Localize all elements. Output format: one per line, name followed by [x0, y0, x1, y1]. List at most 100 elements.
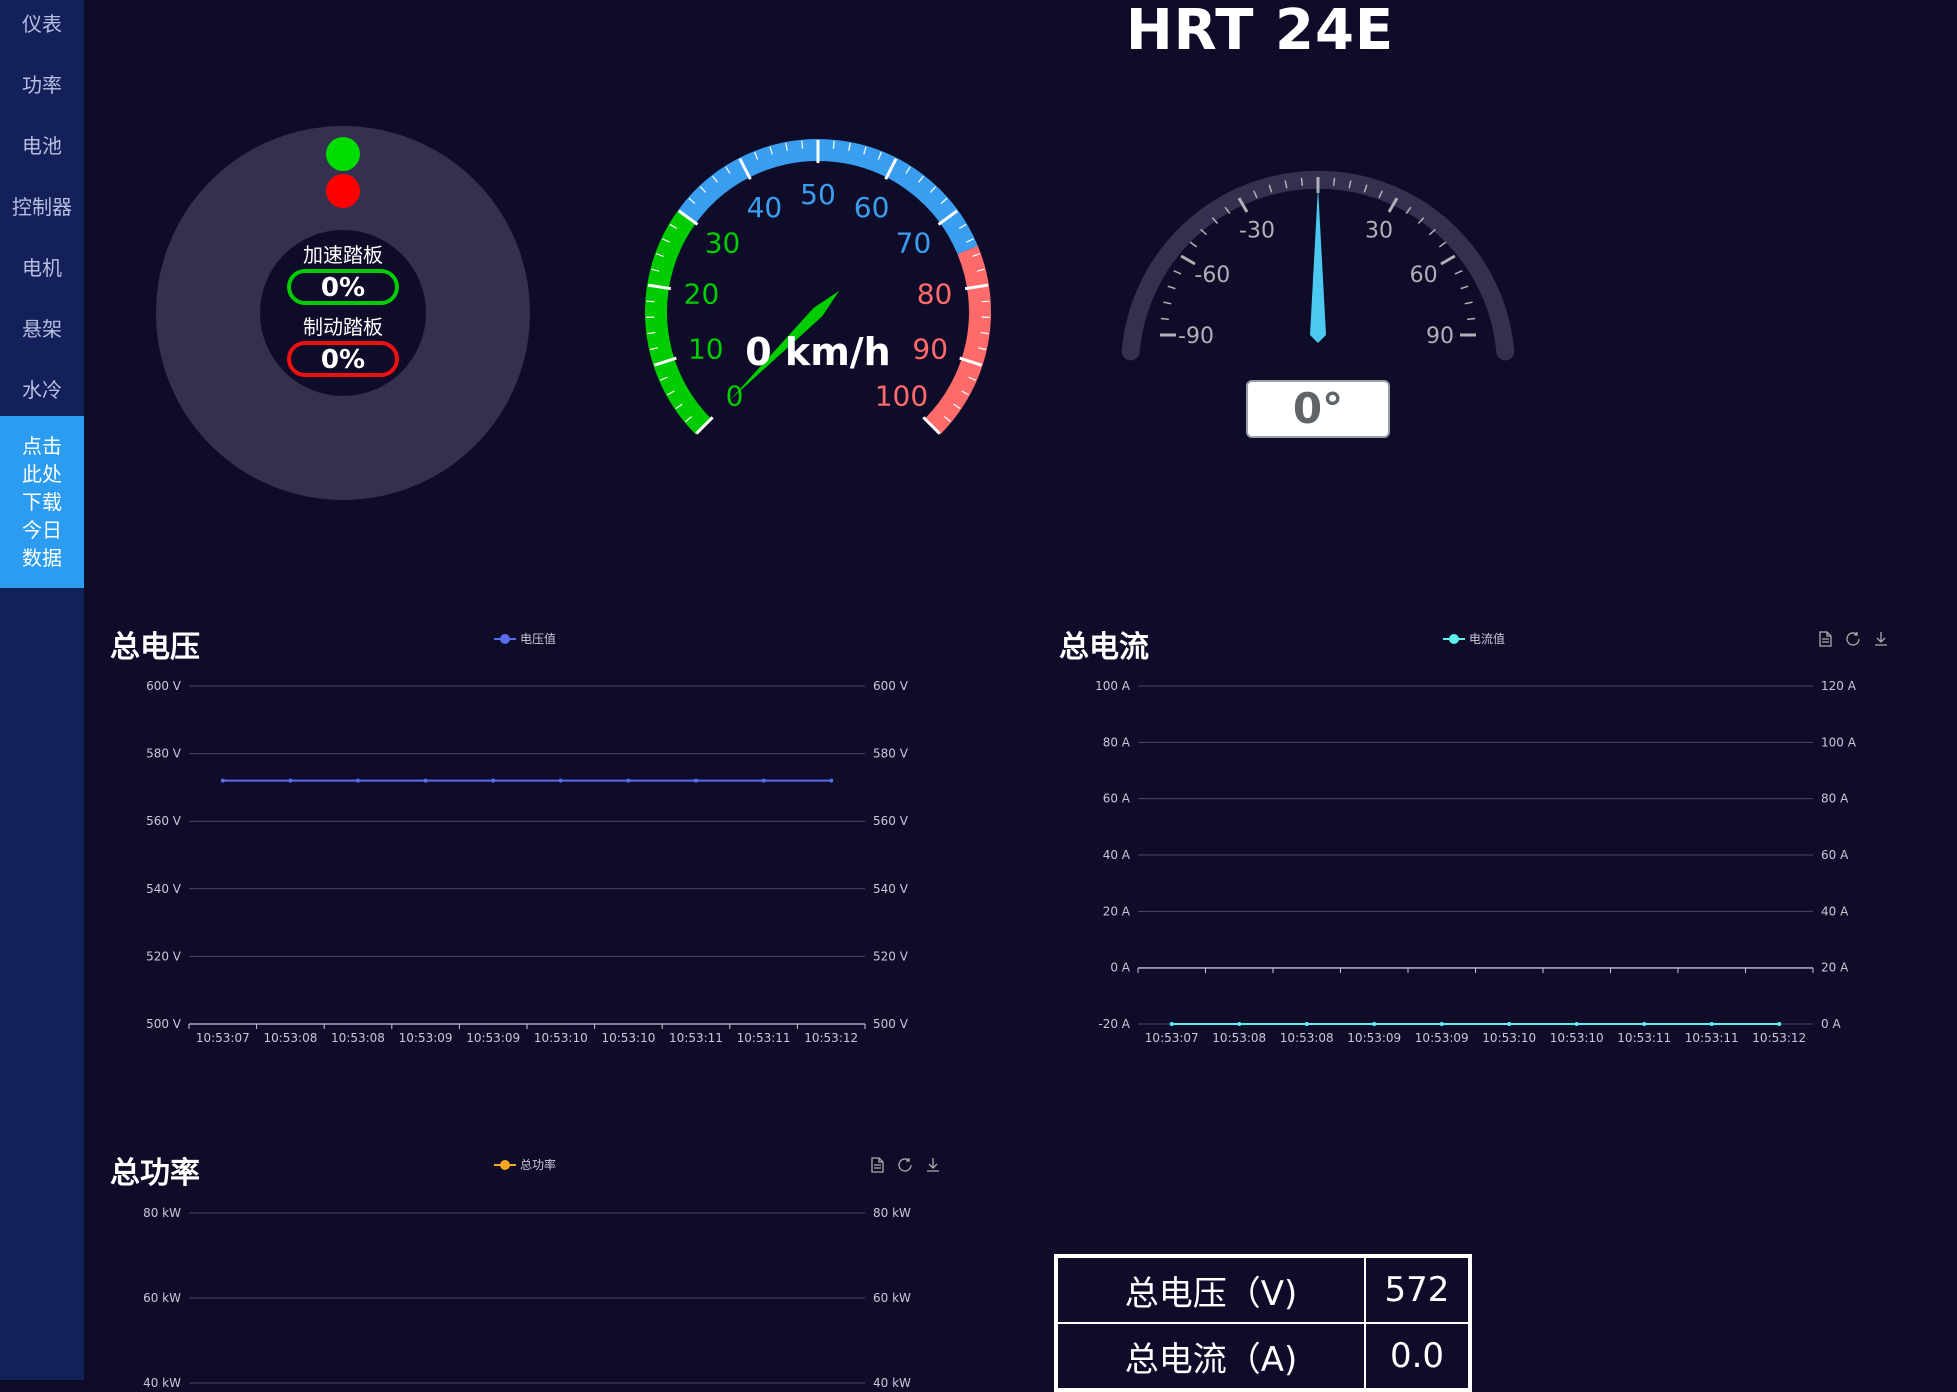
y-tick-label: 80 A — [1103, 735, 1131, 749]
download-line: 数据 — [8, 544, 76, 572]
speed-minor-tick — [646, 301, 654, 302]
table-value: 572 — [1365, 1256, 1470, 1323]
current-legend-label: 电流值 — [1469, 630, 1505, 647]
x-tick-label: 10:53:11 — [1617, 1031, 1671, 1045]
x-tick-label: 10:53:10 — [601, 1031, 655, 1045]
speed-tick-label: 80 — [917, 278, 953, 311]
data-point — [694, 779, 698, 783]
refresh-icon[interactable] — [1844, 630, 1862, 648]
pedal-ring — [208, 178, 478, 448]
speed-tick-label: 60 — [854, 191, 890, 224]
steering-angle-value: 0° — [1246, 380, 1390, 438]
data-point — [1777, 1022, 1781, 1026]
legend-swatch — [494, 1160, 516, 1170]
y-right-tick-label: 40 A — [1821, 904, 1849, 918]
download-today-data-button[interactable]: 点击 此处 下载 今日 数据 — [0, 416, 84, 588]
y-right-tick-label: 80 A — [1821, 792, 1849, 806]
sidebar-item-battery[interactable]: 电池 — [0, 130, 84, 159]
x-tick-label: 10:53:09 — [399, 1031, 453, 1045]
sidebar-item-controller[interactable]: 控制器 — [0, 191, 84, 220]
y-right-tick-label: 580 V — [873, 747, 909, 761]
data-point — [356, 779, 360, 783]
accel-pedal-value: 0% — [321, 273, 365, 303]
y-right-tick-label: 560 V — [873, 814, 909, 828]
data-point — [559, 779, 563, 783]
steer-minor-tick — [1161, 318, 1169, 319]
steering-angle-gauge: -90-60-30306090 — [1100, 120, 1540, 380]
voltage-legend[interactable]: 电压值 — [494, 630, 556, 647]
power-legend-label: 总功率 — [520, 1156, 556, 1173]
data-point — [491, 779, 495, 783]
app-title: HRT 24E — [1100, 0, 1420, 63]
y-right-tick-label: 600 V — [873, 679, 909, 693]
y-tick-label: 20 A — [1103, 904, 1131, 918]
y-right-tick-label: 540 V — [873, 882, 909, 896]
speed-tick-label: 70 — [896, 227, 932, 260]
sidebar-item-suspension[interactable]: 悬架 — [0, 313, 84, 342]
steer-minor-tick — [1301, 178, 1302, 186]
sidebar-item-gauges[interactable]: 仪表 — [0, 8, 84, 37]
data-view-icon[interactable] — [1816, 630, 1834, 648]
steer-tick-label: 60 — [1410, 263, 1438, 288]
y-tick-label: 100 A — [1095, 679, 1131, 693]
download-line: 点击 — [8, 432, 76, 460]
speed-tick-label: 30 — [705, 227, 741, 260]
steer-tick-label: 30 — [1365, 218, 1393, 243]
steer-minor-tick — [1168, 286, 1176, 288]
data-view-icon[interactable] — [868, 1156, 886, 1174]
speed-minor-tick — [802, 141, 803, 149]
sidebar-item-power[interactable]: 功率 — [0, 69, 84, 98]
y-right-tick-label: 20 A — [1821, 961, 1849, 975]
sidebar-item-motor[interactable]: 电机 — [0, 252, 84, 281]
download-icon[interactable] — [924, 1156, 942, 1174]
refresh-icon[interactable] — [896, 1156, 914, 1174]
data-point — [1305, 1022, 1309, 1026]
steer-minor-tick — [1439, 242, 1445, 247]
voltage-legend-label: 电压值 — [520, 630, 556, 647]
legend-swatch — [494, 634, 516, 644]
y-right-tick-label: 520 V — [873, 949, 909, 963]
steer-tick-label: -90 — [1178, 324, 1214, 349]
data-point — [1372, 1022, 1376, 1026]
y-tick-label: 60 A — [1103, 792, 1131, 806]
data-point — [1170, 1022, 1174, 1026]
y-tick-label: 60 kW — [143, 1291, 181, 1305]
data-point — [762, 779, 766, 783]
summary-table: 总电压（V) 572 总电流（A) 0.0 — [1054, 1254, 1472, 1392]
current-legend[interactable]: 电流值 — [1443, 630, 1505, 647]
data-point — [1440, 1022, 1444, 1026]
x-tick-label: 10:53:10 — [1482, 1031, 1536, 1045]
voltage-chart-title: 总电压 — [110, 622, 200, 666]
brake-pedal-value: 0% — [321, 345, 365, 375]
voltage-chart: 600 V580 V560 V540 V520 V500 V600 V580 V… — [100, 670, 940, 1050]
y-tick-label: 500 V — [146, 1017, 182, 1031]
data-point — [1575, 1022, 1579, 1026]
speed-readout: 0 km/h — [745, 330, 890, 374]
x-tick-label: 10:53:08 — [1212, 1031, 1266, 1045]
y-tick-label: 40 A — [1103, 848, 1131, 862]
x-tick-label: 10:53:11 — [737, 1031, 791, 1045]
steer-major-tick — [1181, 256, 1195, 264]
steer-minor-tick — [1163, 302, 1171, 304]
steer-tick-label: 90 — [1426, 324, 1454, 349]
steer-minor-tick — [1334, 178, 1335, 186]
power-legend[interactable]: 总功率 — [494, 1156, 556, 1173]
steer-minor-tick — [1461, 286, 1469, 288]
data-point — [221, 779, 225, 783]
steer-major-tick — [1441, 256, 1455, 264]
current-chart: 100 A80 A60 A40 A20 A0 A-20 A120 A100 A8… — [1049, 670, 1889, 1050]
data-point — [288, 779, 292, 783]
y-right-tick-label: 40 kW — [873, 1376, 911, 1390]
x-tick-label: 10:53:08 — [263, 1031, 317, 1045]
sidebar-item-cooling[interactable]: 水冷 — [0, 374, 84, 403]
steer-minor-tick — [1467, 318, 1475, 319]
speed-tick-label: 10 — [688, 332, 724, 365]
y-tick-label: 520 V — [146, 949, 182, 963]
x-tick-label: 10:53:11 — [669, 1031, 723, 1045]
power-chart-toolbox — [868, 1156, 942, 1174]
download-icon[interactable] — [1872, 630, 1890, 648]
speed-tick-label: 50 — [800, 178, 836, 211]
y-right-tick-label: 60 kW — [873, 1291, 911, 1305]
x-tick-label: 10:53:07 — [1145, 1031, 1199, 1045]
x-tick-label: 10:53:11 — [1685, 1031, 1739, 1045]
